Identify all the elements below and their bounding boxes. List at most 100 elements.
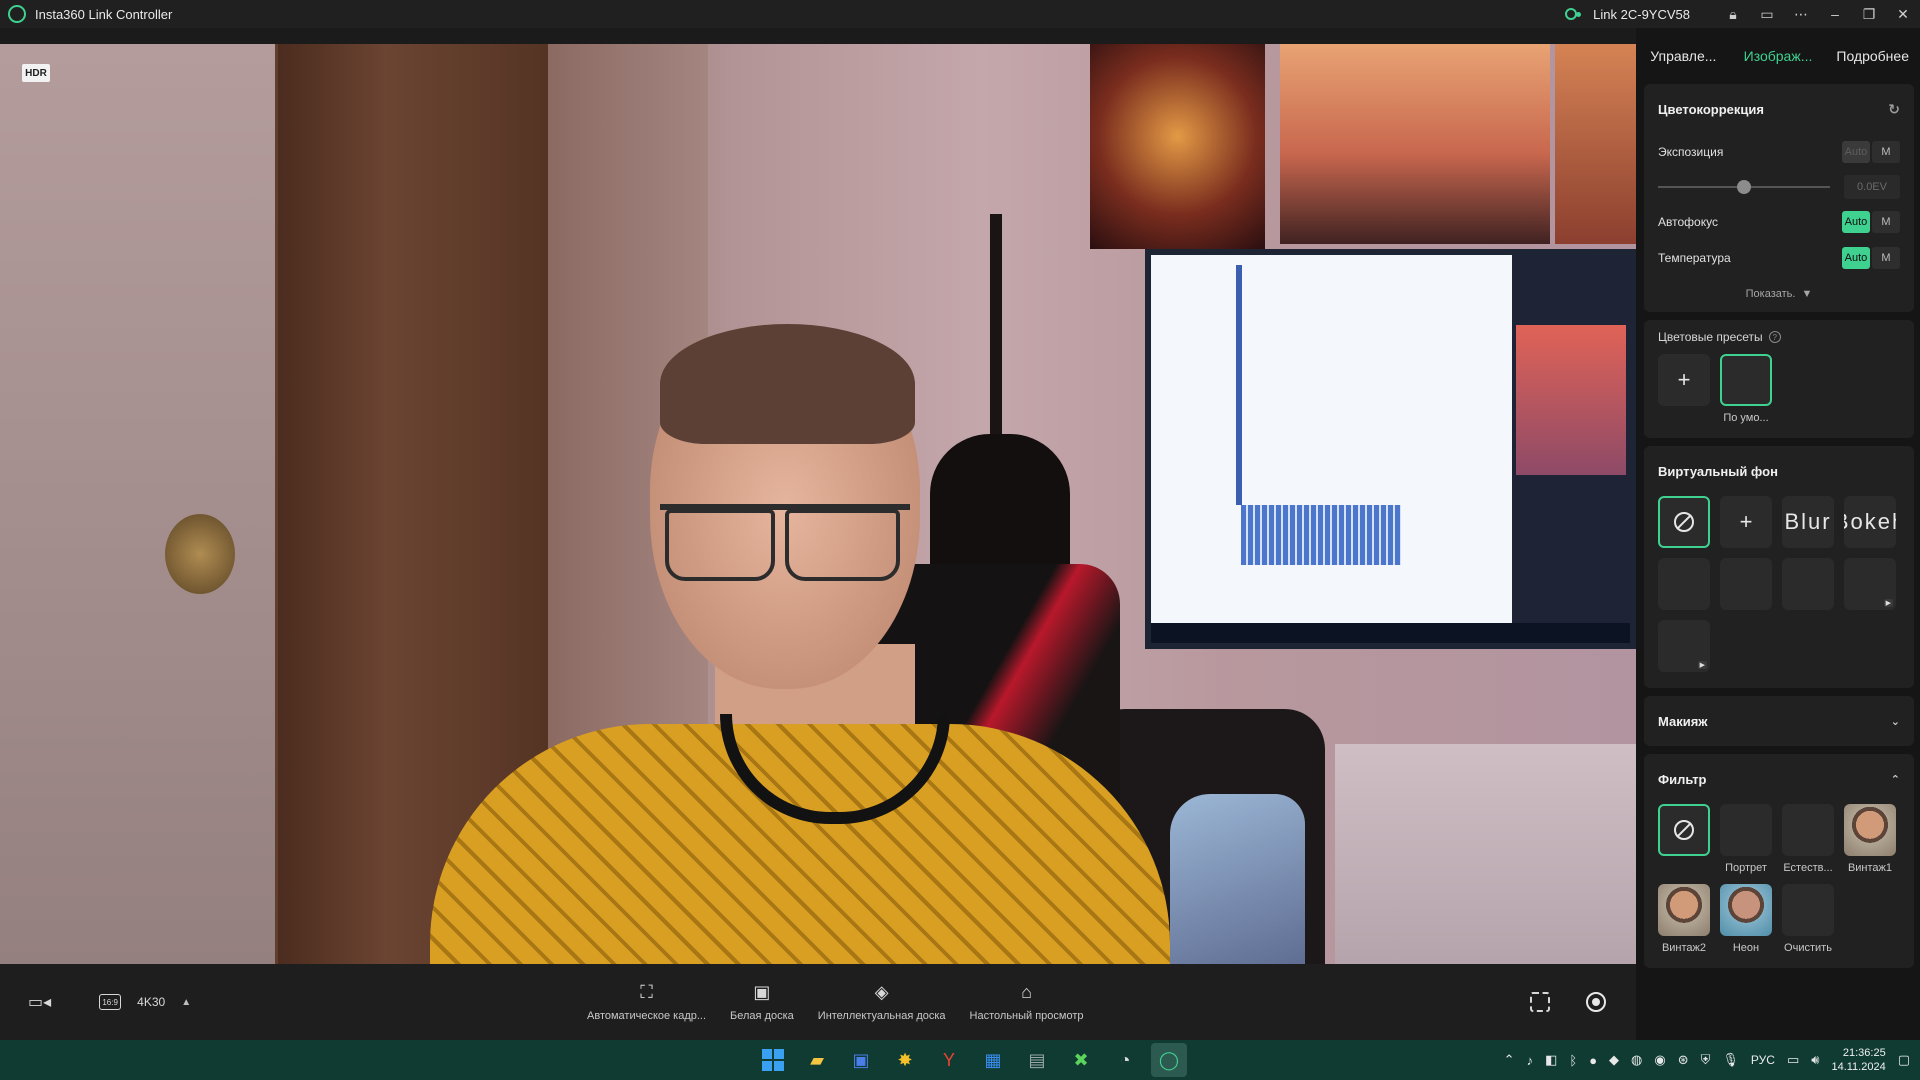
snapshot-icon[interactable] <box>1530 992 1550 1012</box>
default-preset-item[interactable]: По умо... <box>1720 354 1772 424</box>
filter-vintage1-item[interactable]: Винтаж1 <box>1844 804 1896 874</box>
autofocus-auto-button[interactable]: Auto <box>1842 211 1870 233</box>
title-bar-controls: Link 2C-9YCV58 🔒︎ ▭ ⋯ – ❐ ✕ <box>1565 0 1920 28</box>
camera-preview[interactable]: HDR <box>0 44 1636 964</box>
game-app-icon[interactable]: ▤ <box>1019 1043 1055 1077</box>
chevron-up-icon[interactable]: ▲ <box>181 997 191 1008</box>
scene-monitor <box>1145 249 1636 649</box>
filter-vintage2-label: Винтаж2 <box>1661 942 1707 954</box>
autofocus-manual-button[interactable]: M <box>1872 211 1900 233</box>
monitor-tray-icon[interactable]: ▭ <box>1787 1052 1799 1068</box>
yandex-browser-icon[interactable]: Y <box>931 1043 967 1077</box>
device-name[interactable]: Link 2C-9YCV58 <box>1593 7 1690 22</box>
notification-count-icon[interactable]: ◉ <box>1654 1052 1665 1068</box>
exposure-slider[interactable] <box>1658 180 1830 194</box>
filter-neon-item[interactable]: Неон <box>1720 884 1772 954</box>
filter-vintage2-item[interactable]: Винтаж2 <box>1658 884 1710 954</box>
add-preset-item[interactable]: + <box>1658 354 1710 424</box>
camera-icon[interactable]: ▭◂ <box>28 992 51 1012</box>
volume-icon[interactable]: 🔊︎ <box>1811 1052 1819 1068</box>
steam-overlay-icon[interactable]: ◔ <box>1107 1043 1143 1077</box>
makeup-header[interactable]: Макияж ⌄ <box>1658 696 1900 746</box>
tab-control[interactable]: Управле... <box>1636 48 1731 64</box>
media-app-icon[interactable]: ▦ <box>975 1043 1011 1077</box>
sun-app-icon[interactable]: ✸ <box>887 1043 923 1077</box>
chevron-up-icon[interactable]: ⌃ <box>1891 773 1900 786</box>
clock[interactable]: 21:36:25 14.11.2024 <box>1831 1046 1885 1074</box>
file-explorer-icon[interactable]: ▰ <box>799 1043 835 1077</box>
record-button[interactable] <box>1586 992 1606 1012</box>
filter-natural-item[interactable]: Естеств... <box>1782 804 1834 874</box>
xbox-icon[interactable]: ✖ <box>1063 1043 1099 1077</box>
network-globe-icon[interactable]: ◍ <box>1631 1052 1642 1068</box>
smart-whiteboard-label: Интеллектуальная доска <box>817 1010 946 1022</box>
bg-office-item[interactable] <box>1782 558 1834 610</box>
virtual-background-list: + Blur Bokeh ▶ <box>1658 496 1900 672</box>
exposure-auto-button[interactable]: Auto <box>1842 141 1870 163</box>
notifications-icon[interactable]: ▢ <box>1898 1052 1910 1068</box>
insta360-taskbar-icon[interactable]: ◯ <box>1151 1043 1187 1077</box>
temperature-auto-button[interactable]: Auto <box>1842 247 1870 269</box>
tab-more[interactable]: Подробнее <box>1825 48 1920 64</box>
filter-card: Фильтр ⌃ Портрет Естеств... Винтаж1 Винт… <box>1644 754 1914 968</box>
screen-icon[interactable]: ▭ <box>1750 6 1784 23</box>
tab-image[interactable]: Изображ... <box>1731 48 1826 64</box>
exposure-value[interactable]: 0.0EV <box>1844 175 1900 199</box>
windows-taskbar: ▰ ▣ ✸ Y ▦ ▤ ✖ ◔ ◯ ⌃ ♪ ◧ ᛒ ● ◆ ◍ ◉ ⊛ ⛨ 🎙︎… <box>0 1040 1920 1080</box>
bg-blur-item[interactable]: Blur <box>1782 496 1834 548</box>
chevron-down-icon[interactable]: ⌄ <box>1891 715 1900 728</box>
scene-cloth <box>1170 794 1305 964</box>
save-app-icon[interactable]: ▣ <box>843 1043 879 1077</box>
show-more-button[interactable]: Показать. ▼ <box>1658 276 1900 312</box>
temperature-manual-button[interactable]: M <box>1872 247 1900 269</box>
bg-abstract-item[interactable]: ▶ <box>1844 558 1896 610</box>
filter-header[interactable]: Фильтр ⌃ <box>1658 754 1900 804</box>
bluetooth-icon[interactable]: ᛒ <box>1569 1053 1577 1068</box>
microphone-icon[interactable]: 🎙︎ <box>1722 1052 1739 1068</box>
nvidia-icon[interactable]: ◆ <box>1609 1052 1619 1068</box>
auto-framing-button[interactable]: ⛶ Автоматическое кадр... <box>575 964 718 1040</box>
virtual-background-card: Виртуальный фон + Blur Bokeh <box>1644 446 1914 688</box>
kaspersky-icon[interactable]: ● <box>1589 1053 1597 1068</box>
close-icon[interactable]: ✕ <box>1886 6 1920 23</box>
bg-add-item[interactable]: + <box>1720 496 1772 548</box>
minimize-icon[interactable]: – <box>1818 6 1852 22</box>
speaker-tray-icon[interactable]: ♪ <box>1527 1053 1534 1068</box>
aspect-ratio-badge[interactable]: 16:9 <box>99 994 122 1010</box>
steam-icon[interactable]: ⊛ <box>1678 1052 1689 1068</box>
filter-clear-item[interactable]: Очистить <box>1782 884 1834 954</box>
taskbar-apps: ▰ ▣ ✸ Y ▦ ▤ ✖ ◔ ◯ <box>755 1040 1187 1080</box>
none-icon <box>1674 820 1694 840</box>
exposure-slider-handle[interactable] <box>1737 180 1751 194</box>
maximize-icon[interactable]: ❐ <box>1852 6 1886 23</box>
exposure-manual-button[interactable]: M <box>1872 141 1900 163</box>
start-button[interactable] <box>755 1043 791 1077</box>
filter-portrait-item[interactable]: Портрет <box>1720 804 1772 874</box>
color-correction-card: Цветокоррекция ↻ Экспозиция Auto M 0.0EV… <box>1644 84 1914 312</box>
exposure-mode-toggle: Auto M <box>1842 141 1900 163</box>
desk-view-button[interactable]: ⌂ Настольный просмотр <box>958 964 1096 1040</box>
resolution-label[interactable]: 4K30 <box>137 995 165 1009</box>
reset-icon[interactable]: ↻ <box>1888 101 1900 118</box>
more-icon[interactable]: ⋯ <box>1784 6 1818 23</box>
help-icon[interactable]: ? <box>1768 331 1781 343</box>
bg-living-room-item[interactable] <box>1720 558 1772 610</box>
bg-none-item[interactable] <box>1658 496 1710 548</box>
screenshot-tray-icon[interactable]: ◧ <box>1545 1052 1557 1068</box>
bg-room-item[interactable] <box>1658 558 1710 610</box>
makeup-card[interactable]: Макияж ⌄ <box>1644 696 1914 746</box>
clock-date: 14.11.2024 <box>1831 1061 1886 1073</box>
whiteboard-button[interactable]: ▣ Белая доска <box>718 964 806 1040</box>
person-hair <box>660 324 915 444</box>
smart-whiteboard-button[interactable]: ◈ Интеллектуальная доска <box>806 964 958 1040</box>
filter-none-item[interactable] <box>1658 804 1710 874</box>
exposure-row: Экспозиция Auto M <box>1658 134 1900 170</box>
bg-white-item[interactable]: ▶ <box>1658 620 1710 672</box>
privacy-lock-icon[interactable]: 🔒︎ <box>1716 6 1750 23</box>
filter-natural-label: Естеств... <box>1783 862 1833 874</box>
bg-bokeh-item[interactable]: Bokeh <box>1844 496 1896 548</box>
shield-icon[interactable]: ⛨ <box>1701 1052 1711 1068</box>
tray-overflow-icon[interactable]: ⌃ <box>1504 1052 1515 1068</box>
color-correction-title: Цветокоррекция <box>1658 101 1764 117</box>
language-indicator[interactable]: РУС <box>1751 1053 1775 1067</box>
